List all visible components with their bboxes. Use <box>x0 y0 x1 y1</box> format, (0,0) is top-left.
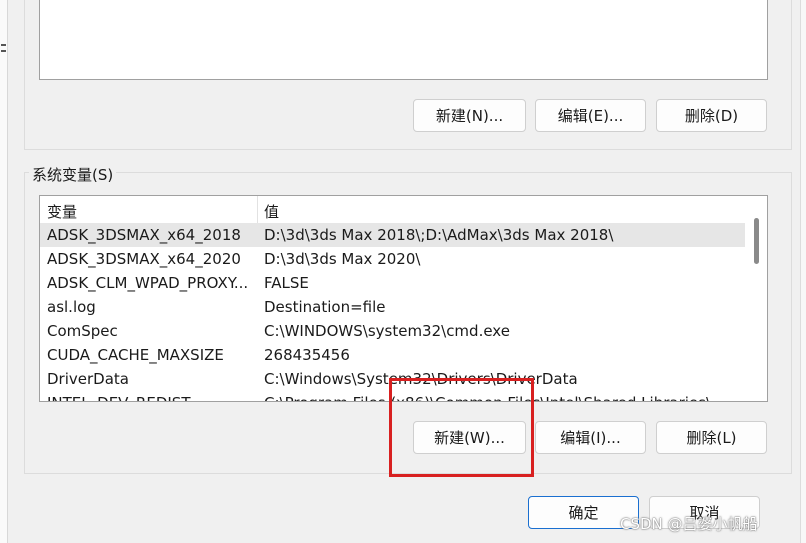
variable-value-cell: C:\Program Files (x86)\Common Files\Inte… <box>264 391 744 401</box>
list-header: 变量 值 <box>40 196 750 223</box>
table-row[interactable]: ADSK_3DSMAX_x64_2018 D:\3d\3ds Max 2018\;… <box>40 223 745 247</box>
variable-value-cell: Destination=file <box>264 298 386 316</box>
variable-value-cell: D:\3d\3ds Max 2018\;D:\AdMax\3ds Max 201… <box>264 226 614 244</box>
variable-value-cell: C:\Windows\System32\Drivers\DriverData <box>264 370 578 388</box>
variable-name-cell: ADSK_3DSMAX_x64_2018 <box>47 226 241 244</box>
background-window-edge <box>0 0 8 543</box>
background-window-marker <box>1 44 6 52</box>
system-variables-list[interactable]: 变量 值 ADSK_3DSMAX_x64_2018 D:\3d\3ds Max 2… <box>39 195 768 402</box>
user-delete-button[interactable]: 删除(D) <box>656 99 767 132</box>
list-rows: ADSK_3DSMAX_x64_2018 D:\3d\3ds Max 2018\;… <box>40 223 745 401</box>
table-row[interactable]: INTEL_DEV_REDIST C:\Program Files (x86)\C… <box>40 391 745 401</box>
table-row[interactable]: ADSK_CLM_WPAD_PROXY... FALSE <box>40 271 745 295</box>
table-row[interactable]: asl.log Destination=file <box>40 295 745 319</box>
column-header-value[interactable]: 值 <box>264 201 279 222</box>
table-row[interactable]: ComSpec C:\WINDOWS\system32\cmd.exe <box>40 319 745 343</box>
environment-variables-dialog: 新建(N)... 编辑(E)... 删除(D) 系统变量(S) 变量 值 ADS… <box>0 0 806 543</box>
variable-value-cell: 268435456 <box>264 346 350 364</box>
variable-name-cell: INTEL_DEV_REDIST <box>47 391 252 401</box>
system-variables-label: 系统变量(S) <box>29 164 117 185</box>
system-delete-button[interactable]: 删除(L) <box>656 421 767 454</box>
table-row[interactable]: ADSK_3DSMAX_x64_2020 D:\3d\3ds Max 2020\ <box>40 247 745 271</box>
variable-value-cell: FALSE <box>264 274 309 292</box>
system-new-button[interactable]: 新建(W)... <box>413 421 526 454</box>
table-row[interactable]: CUDA_CACHE_MAXSIZE 268435456 <box>40 343 745 367</box>
variable-name-cell: ComSpec <box>47 322 118 340</box>
background-window-edge-right <box>800 0 806 543</box>
table-row[interactable]: DriverData C:\Windows\System32\Drivers\Dr… <box>40 367 745 391</box>
variable-name-cell: ADSK_CLM_WPAD_PROXY... <box>47 274 249 292</box>
variable-name-cell: DriverData <box>47 370 129 388</box>
variable-value-cell: D:\3d\3ds Max 2020\ <box>264 250 421 268</box>
user-edit-button[interactable]: 编辑(E)... <box>535 99 646 132</box>
column-header-variable[interactable]: 变量 <box>47 201 77 222</box>
variable-name-cell: CUDA_CACHE_MAXSIZE <box>47 346 224 364</box>
system-edit-button[interactable]: 编辑(I)... <box>535 421 646 454</box>
column-divider[interactable] <box>257 196 258 223</box>
user-new-button[interactable]: 新建(N)... <box>413 99 526 132</box>
user-variables-list[interactable] <box>39 0 768 80</box>
vertical-scrollbar[interactable] <box>745 196 767 401</box>
scrollbar-thumb[interactable] <box>754 218 759 264</box>
variable-value-cell: C:\WINDOWS\system32\cmd.exe <box>264 322 510 340</box>
watermark: CSDN @吕婆小帆船 <box>620 515 758 533</box>
variable-name-cell: asl.log <box>47 298 96 316</box>
variable-name-cell: ADSK_3DSMAX_x64_2020 <box>47 250 241 268</box>
